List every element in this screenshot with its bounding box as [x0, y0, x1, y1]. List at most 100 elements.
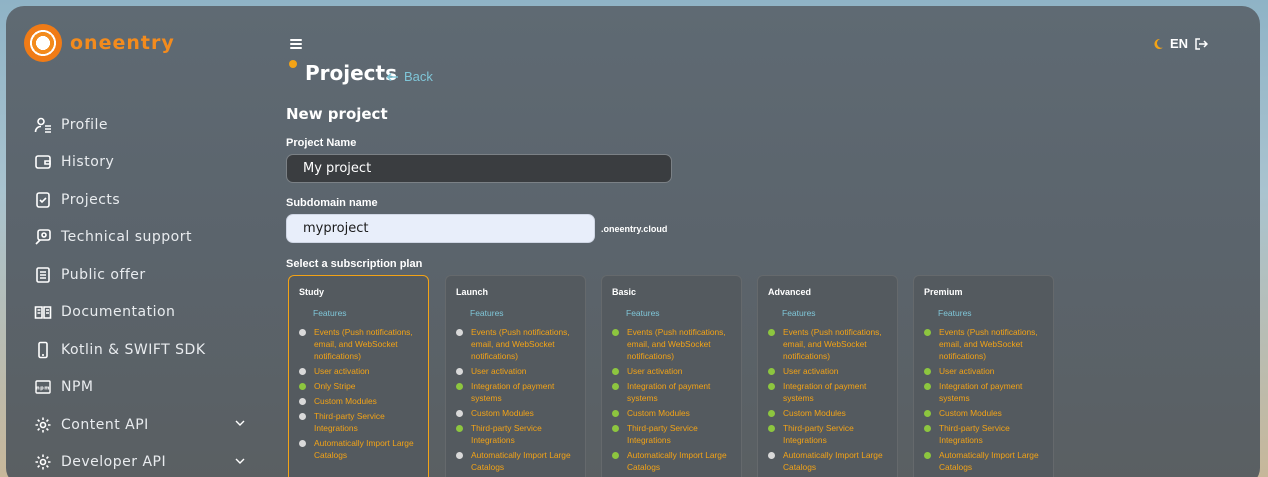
- plan-name: Basic: [612, 287, 637, 297]
- sidebar-item-label: History: [61, 154, 115, 171]
- feature-label: User activation: [783, 366, 839, 376]
- sidebar-item-history[interactable]: History: [34, 144, 249, 182]
- check-icon: [924, 382, 931, 390]
- svg-text:npm: npm: [36, 386, 50, 392]
- feature-item: User activation: [456, 365, 575, 377]
- gear-icon: [34, 416, 52, 434]
- sidebar-item-label: Public offer: [61, 266, 146, 283]
- feature-item: Automatically Import Large Catalogs: [924, 449, 1043, 473]
- sidebar-item-npm[interactable]: npm NPM: [34, 369, 249, 407]
- subdomain-suffix: .oneentry.cloud: [601, 224, 668, 234]
- sidebar-item-label: NPM: [61, 379, 94, 396]
- logo[interactable]: oneentry: [24, 24, 175, 62]
- plan-card-advanced[interactable]: Advanced Features Events (Push notificatio…: [757, 275, 898, 477]
- sidebar-item-technical-support[interactable]: Technical support: [34, 219, 249, 257]
- feature-item: Custom Modules: [456, 407, 575, 419]
- back-link[interactable]: Back: [386, 69, 433, 84]
- feature-label: Custom Modules: [939, 408, 1002, 418]
- support-icon: [34, 228, 52, 246]
- features-link[interactable]: Features: [626, 308, 731, 318]
- feature-label: Third-party Service Integrations: [783, 423, 854, 445]
- feature-item: Custom Modules: [768, 407, 887, 419]
- check-icon: [456, 382, 463, 390]
- sidebar-item-kotlin-swift-sdk[interactable]: Kotlin & SWIFT SDK: [34, 331, 249, 369]
- check-icon: [924, 409, 931, 417]
- plan-card-launch[interactable]: Launch Features Events (Push notifications…: [445, 275, 586, 477]
- check-icon: [612, 451, 619, 459]
- feature-label: User activation: [314, 366, 370, 376]
- sidebar-item-label: Profile: [61, 116, 109, 133]
- subdomain-input[interactable]: myproject: [286, 214, 595, 243]
- sidebar-item-developer-api[interactable]: Developer API: [34, 444, 249, 477]
- sidebar-item-content-api[interactable]: Content API: [34, 406, 249, 444]
- moon-icon[interactable]: [1152, 38, 1164, 50]
- language-selector[interactable]: EN: [1170, 36, 1188, 51]
- unavailable-icon: [299, 367, 306, 375]
- feature-item: Third-party Service Integrations: [612, 422, 731, 446]
- feature-label: Third-party Service Integrations: [627, 423, 698, 445]
- feature-item: Automatically Import Large Catalogs: [768, 449, 887, 473]
- plan-name: Study: [299, 287, 325, 297]
- feature-label: Custom Modules: [314, 396, 377, 406]
- plan-card-study[interactable]: Study Features Events (Push notifications,…: [288, 275, 429, 477]
- subdomain-label: Subdomain name: [286, 197, 378, 209]
- unavailable-icon: [456, 328, 463, 336]
- feature-item: Automatically Import Large Catalogs: [299, 437, 418, 461]
- feature-item: Integration of payment systems: [768, 380, 887, 404]
- feature-label: Automatically Import Large Catalogs: [314, 438, 414, 460]
- feature-label: Events (Push notifications, email, and W…: [783, 327, 882, 361]
- features-link[interactable]: Features: [782, 308, 887, 318]
- mobile-icon: [34, 341, 52, 359]
- feature-label: Events (Push notifications, email, and W…: [314, 327, 413, 361]
- check-icon: [612, 409, 619, 417]
- page-title: Projects: [305, 61, 398, 85]
- features-link[interactable]: Features: [313, 308, 418, 318]
- feature-item: Third-party Service Integrations: [299, 410, 418, 434]
- check-icon: [456, 424, 463, 432]
- features-link[interactable]: Features: [938, 308, 1043, 318]
- plan-card-premium[interactable]: Premium Features Events (Push notification…: [913, 275, 1054, 477]
- chevron-down-icon[interactable]: [233, 416, 247, 430]
- title-indicator-dot: [289, 60, 297, 68]
- feature-label: Automatically Import Large Catalogs: [471, 450, 571, 472]
- unavailable-icon: [768, 451, 775, 459]
- feature-label: User activation: [627, 366, 683, 376]
- unavailable-icon: [299, 328, 306, 336]
- project-name-input[interactable]: My project: [286, 154, 672, 183]
- check-icon: [612, 424, 619, 432]
- form-heading: New project: [286, 105, 388, 123]
- feature-item: User activation: [612, 365, 731, 377]
- feature-item: Automatically Import Large Catalogs: [612, 449, 731, 473]
- check-icon: [299, 382, 306, 390]
- feature-label: Integration of payment systems: [939, 381, 1023, 403]
- plan-card-basic[interactable]: Basic Features Events (Push notifications,…: [601, 275, 742, 477]
- feature-label: User activation: [471, 366, 527, 376]
- sidebar-item-documentation[interactable]: Documentation: [34, 294, 249, 332]
- logo-text: oneentry: [70, 32, 175, 54]
- feature-label: Third-party Service Integrations: [471, 423, 542, 445]
- check-icon: [924, 424, 931, 432]
- feature-item: Integration of payment systems: [612, 380, 731, 404]
- sidebar-item-projects[interactable]: Projects: [34, 181, 249, 219]
- feature-label: Third-party Service Integrations: [314, 411, 385, 433]
- unavailable-icon: [456, 451, 463, 459]
- sidebar-item-public-offer[interactable]: Public offer: [34, 256, 249, 294]
- gear-icon: [34, 453, 52, 471]
- features-link[interactable]: Features: [470, 308, 575, 318]
- unavailable-icon: [456, 367, 463, 375]
- feature-item: User activation: [768, 365, 887, 377]
- unavailable-icon: [299, 412, 306, 420]
- feature-label: Custom Modules: [471, 408, 534, 418]
- wallet-icon: [34, 153, 52, 171]
- plan-name: Launch: [456, 287, 489, 297]
- logo-icon: [24, 24, 62, 62]
- unavailable-icon: [456, 409, 463, 417]
- feature-label: Integration of payment systems: [627, 381, 711, 403]
- feature-label: Automatically Import Large Catalogs: [783, 450, 883, 472]
- app-window: oneentry Profile History Projects Techni…: [6, 6, 1260, 477]
- logout-icon[interactable]: [1194, 37, 1209, 51]
- check-icon: [612, 328, 619, 336]
- menu-toggle-icon[interactable]: [290, 39, 302, 49]
- chevron-down-icon[interactable]: [233, 454, 247, 468]
- sidebar-item-profile[interactable]: Profile: [34, 106, 249, 144]
